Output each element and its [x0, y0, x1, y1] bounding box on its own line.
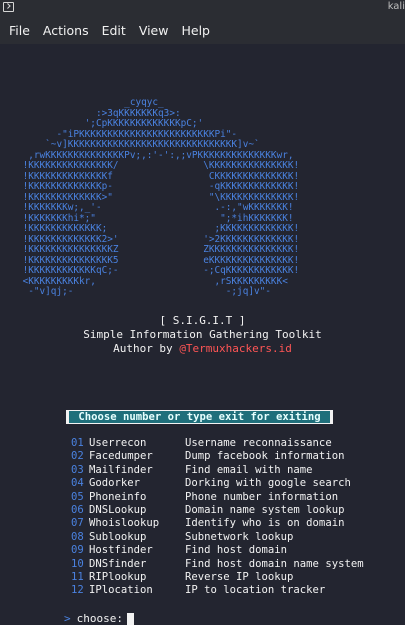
menu-bar: File Actions Edit View Help — [0, 16, 405, 44]
menu-row-number: 01 — [71, 437, 84, 449]
menu-row-tool: Hostfinder — [89, 544, 153, 557]
title-bar: kali — [0, 0, 405, 16]
command-prompt[interactable]: > choose: — [64, 612, 134, 625]
menu-row: 03 Mailfinder Find email with name — [71, 464, 364, 477]
menu-row-description: Identify who is on domain — [185, 517, 345, 530]
menu-row: 05 Phoneinfo Phone number information — [71, 491, 364, 504]
toolkit-full-name: Simple Information Gathering Toolkit — [83, 328, 322, 341]
menu-row-tool: Phoneinfo — [89, 490, 147, 503]
menu-row-tool: RIPlookup — [89, 570, 147, 583]
menu-row: 06 DNSLookup Domain name system lookup — [71, 504, 364, 517]
menu-row-description: Find host domain — [185, 544, 288, 557]
menu-row-description: Find email with name — [185, 463, 313, 476]
menu-row-tool: Godorker — [89, 477, 141, 490]
menu-row: 08 Sublookup Subnetwork lookup — [71, 531, 364, 544]
menu-row-number: 02 — [71, 450, 84, 463]
menu-row: 02 Facedumper Dump facebook information — [71, 450, 364, 463]
menu-row-description: IP to location tracker — [185, 584, 326, 597]
menu-row: 04 Godorker Dorking with google search — [71, 477, 364, 490]
menu-view[interactable]: View — [139, 23, 169, 38]
menu-row-description: Username reconnaissance — [185, 437, 332, 449]
menu-row: 10 DNSfinder Find host domain name system — [71, 558, 364, 571]
window-title: kali — [387, 1, 405, 12]
menu-row-number: 08 — [71, 530, 84, 543]
menu-row: 11 RIPlookup Reverse IP lookup — [71, 571, 364, 584]
menu-row-tool: IPlocation — [89, 584, 153, 597]
menu-row-description: Find host domain name system — [185, 557, 364, 570]
menu-row-number: 07 — [71, 517, 84, 530]
toolkit-name: [ S.I.G.I.T ] — [159, 314, 246, 327]
menu-row-tool: Sublookup — [89, 530, 147, 543]
menu-row-number: 04 — [71, 477, 84, 490]
menu-row: 09 Hostfinder Find host domain — [71, 544, 364, 557]
menu-row-description: Dorking with google search — [185, 477, 351, 490]
menu-row-tool: DNSLookup — [89, 503, 147, 516]
menu-row: 12 IPlocation IP to location tracker — [71, 584, 364, 597]
tool-menu-list: 01 Userrecon Username reconnaissance 02 Face… — [71, 437, 364, 598]
menu-row-number: 10 — [71, 557, 84, 570]
menu-row-number: 12 — [71, 584, 84, 597]
menu-row-number: 05 — [71, 490, 84, 503]
author-line: Author by @Termuxhackers.id — [0, 342, 405, 355]
menu-file[interactable]: File — [9, 23, 30, 38]
author-label: Author by — [113, 342, 173, 355]
terminal-icon — [3, 2, 14, 12]
menu-row-tool: Userrecon — [89, 437, 147, 449]
menu-row-description: Reverse IP lookup — [185, 570, 294, 583]
menu-row-tool: Whoislookup — [89, 517, 160, 530]
menu-row-description: Phone number information — [185, 490, 339, 503]
menu-row-description: Subnetwork lookup — [185, 530, 294, 543]
menu-row-description: Dump facebook information — [185, 450, 345, 463]
menu-row: 01 Userrecon Username reconnaissance — [71, 437, 364, 450]
menu-row-description: Domain name system lookup — [185, 503, 345, 516]
menu-row-tool: Facedumper — [89, 450, 153, 463]
menu-row-tool: Mailfinder — [89, 463, 153, 476]
terminal-area[interactable]: _cyqyc_ :>3qKKKKKKKq3>: ';CpKKKKKKKKKKKK… — [0, 44, 405, 625]
menu-row: 07 Whoislookup Identify who is on domain — [71, 517, 364, 530]
menu-row-tool: DNSfinder — [89, 557, 147, 570]
choose-banner-text: Choose number or type exit for exiting — [69, 411, 330, 423]
menu-row-number: 06 — [71, 503, 84, 516]
prompt-arrow: > — [64, 612, 71, 625]
menu-row-number: 09 — [71, 544, 84, 557]
author-name: @Termuxhackers.id — [179, 342, 292, 355]
menu-edit[interactable]: Edit — [102, 23, 126, 38]
menu-row-number: 11 — [71, 570, 84, 583]
prompt-label: choose: — [76, 612, 123, 625]
ascii-art-banner: _cyqyc_ :>3qKKKKKKKq3>: ';CpKKKKKKKKKKKK… — [22, 97, 300, 297]
menu-help[interactable]: Help — [181, 23, 210, 38]
menu-actions[interactable]: Actions — [43, 23, 89, 38]
text-cursor[interactable] — [126, 612, 134, 625]
choose-banner: Choose number or type exit for exiting — [66, 410, 333, 424]
menu-row-number: 03 — [71, 463, 84, 476]
